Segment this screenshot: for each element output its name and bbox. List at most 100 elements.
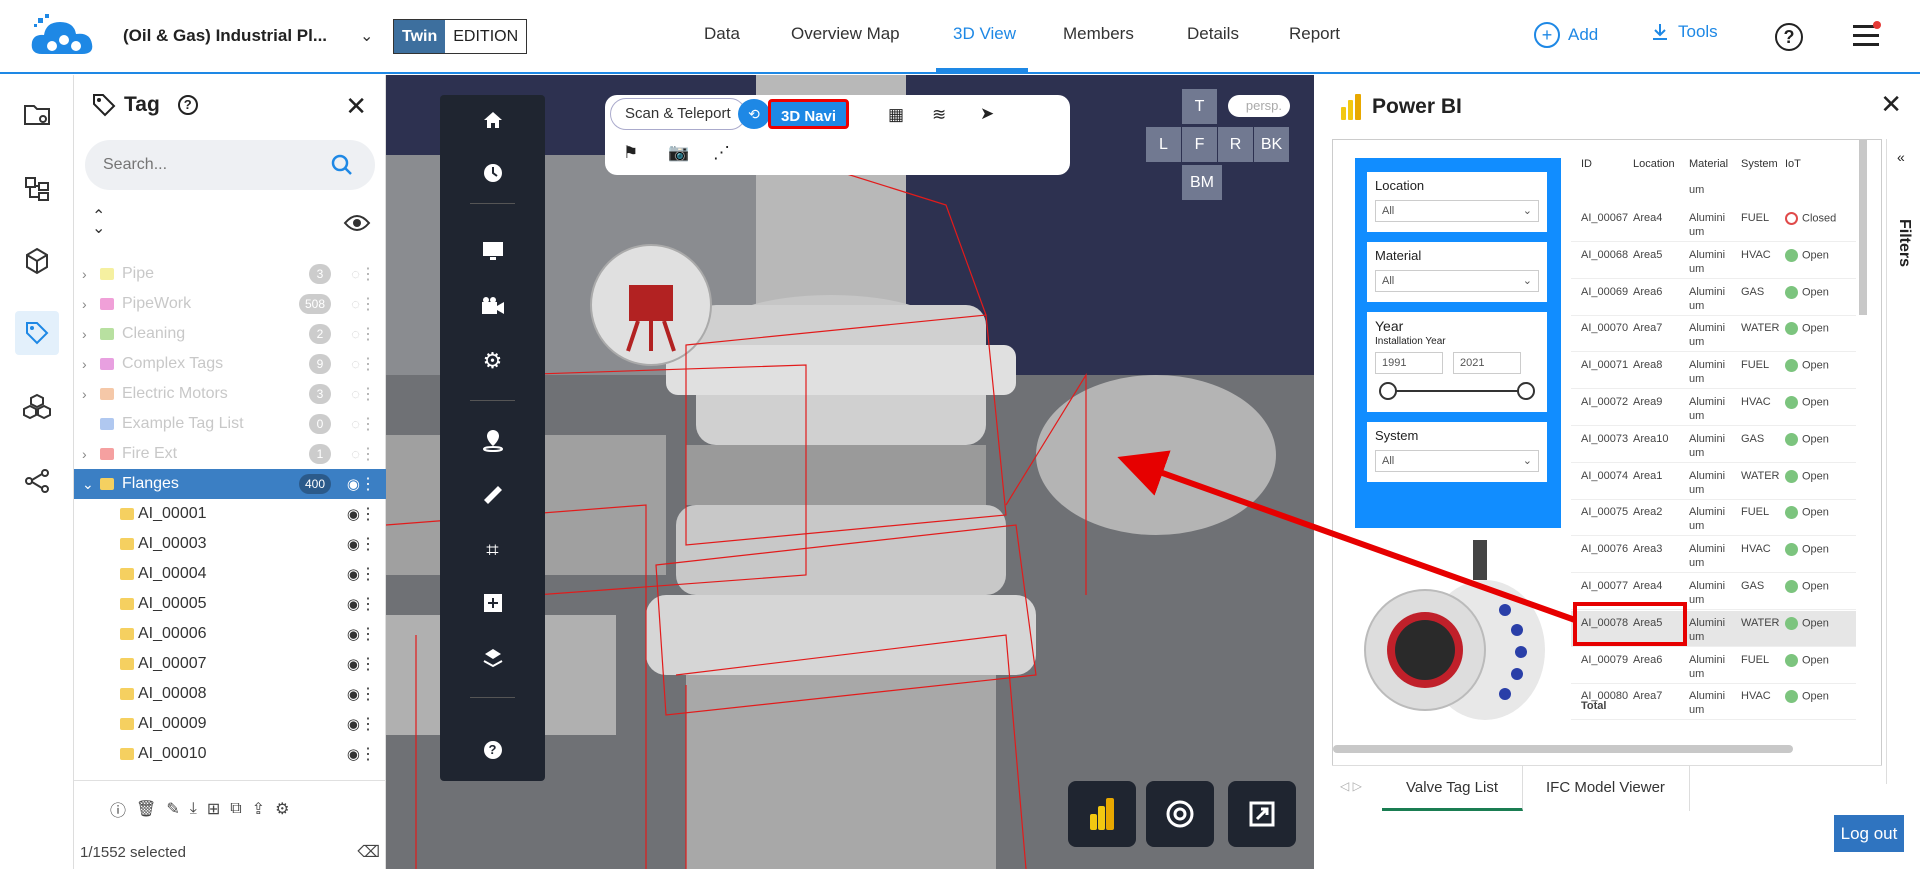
tree-group-selected[interactable]: ⌄ Flanges 400 ◉ ⋮ xyxy=(74,469,386,499)
download-icon[interactable]: ⤓ xyxy=(190,800,197,818)
col-header-iot[interactable]: IoT xyxy=(1785,158,1801,170)
model-layer-icon[interactable] xyxy=(440,638,545,678)
kebab-icon[interactable]: ⋮ xyxy=(360,474,376,494)
eye-icon[interactable]: ◉ xyxy=(347,715,360,733)
gear-icon[interactable]: ⚙ xyxy=(440,341,545,381)
view-right-button[interactable]: R xyxy=(1218,127,1253,162)
csv-upload-icon[interactable]: ⇪ xyxy=(252,799,265,819)
nav-overview-map[interactable]: Overview Map xyxy=(791,24,900,44)
eye-icon[interactable]: ◉ xyxy=(347,745,360,763)
target-button[interactable] xyxy=(1146,781,1214,847)
view-back-button[interactable]: BK xyxy=(1254,127,1289,162)
project-dropdown-chevron-icon[interactable]: ⌄ xyxy=(360,26,373,46)
share-icon[interactable]: ⋰ xyxy=(713,143,730,163)
kebab-icon[interactable]: ⋮ xyxy=(360,444,376,464)
camera-video-icon[interactable] xyxy=(440,286,545,326)
table-row[interactable]: AI_00074 Area1 Alumini WATER um Open xyxy=(1571,464,1856,500)
help-icon[interactable]: ? xyxy=(1775,23,1803,51)
kebab-icon[interactable]: ⋮ xyxy=(360,504,376,524)
close-icon[interactable]: ✕ xyxy=(345,91,367,122)
col-header-location[interactable]: Location xyxy=(1633,158,1675,170)
tree-group[interactable]: › Electric Motors 3 ◌ ⋮ xyxy=(74,379,386,409)
kebab-icon[interactable]: ⋮ xyxy=(360,264,376,284)
table-row[interactable]: AI_00072 Area9 Alumini HVAC um Open xyxy=(1571,390,1856,426)
share-icon[interactable] xyxy=(15,459,59,503)
view-top-button[interactable]: T xyxy=(1182,89,1217,124)
kebab-icon[interactable]: ⋮ xyxy=(360,594,376,614)
table-row[interactable]: AI_00078 Area5 Alumini WATER um Open xyxy=(1571,610,1856,647)
eye-icon[interactable]: ◉ xyxy=(347,685,360,703)
filters-pane[interactable]: « Filters xyxy=(1886,139,1920,784)
layers-icon[interactable]: ≋ xyxy=(932,105,946,125)
project-name[interactable]: (Oil & Gas) Industrial Pl... xyxy=(123,26,327,46)
eye-off-icon[interactable]: ◌ xyxy=(351,326,360,343)
cube-icon[interactable] xyxy=(15,239,59,283)
eye-icon[interactable]: ◉ xyxy=(347,565,360,583)
close-icon[interactable]: ✕ xyxy=(1880,89,1902,120)
tab-prev-icon[interactable]: ◁ ▷ xyxy=(1340,779,1362,793)
location-pin-icon[interactable] xyxy=(440,420,545,460)
info-icon[interactable]: ⓘ xyxy=(110,797,126,821)
tree-child[interactable]: AI_00008 ◉ ⋮ xyxy=(74,679,386,709)
tree-child[interactable]: AI_00006 ◉ ⋮ xyxy=(74,619,386,649)
table-row[interactable]: AI_00069 Area6 Alumini GAS um Open xyxy=(1571,280,1856,316)
table-row[interactable]: AI_00076 Area3 Alumini HVAC um Open xyxy=(1571,537,1856,574)
flag-icon[interactable]: ⚑ xyxy=(623,143,638,163)
kebab-icon[interactable]: ⋮ xyxy=(360,714,376,734)
table-row[interactable]: AI_00080 Area7 Alumini HVAC um Open xyxy=(1571,684,1856,721)
table-row[interactable]: AI_00077 Area4 Alumini GAS um Open xyxy=(1571,574,1856,610)
nav-3d-view[interactable]: 3D View xyxy=(953,24,1016,44)
help-icon[interactable]: ? xyxy=(177,95,198,115)
navi-toggle-icon[interactable]: ⟲ xyxy=(738,99,770,129)
edit-icon[interactable]: ✎ xyxy=(166,799,179,819)
clear-selection-icon[interactable]: ⌫ xyxy=(357,837,380,869)
tag-icon[interactable] xyxy=(15,311,59,355)
location-dropdown[interactable]: All ⌄ xyxy=(1375,200,1539,222)
crop-icon[interactable]: ⌗ xyxy=(440,530,545,570)
kebab-icon[interactable]: ⋮ xyxy=(360,624,376,644)
tab-valve-tag-list[interactable]: Valve Tag List xyxy=(1382,766,1523,811)
material-dropdown[interactable]: All ⌄ xyxy=(1375,270,1539,292)
nav-members[interactable]: Members xyxy=(1063,24,1134,44)
monitor-settings-icon[interactable] xyxy=(440,231,545,271)
table-scrollbar[interactable] xyxy=(1859,140,1867,315)
tree-child[interactable]: AI_00005 ◉ ⋮ xyxy=(74,589,386,619)
eye-off-icon[interactable]: ◌ xyxy=(351,296,360,313)
add-folder-icon[interactable]: ⊞ xyxy=(207,799,220,819)
kebab-icon[interactable]: ⋮ xyxy=(360,654,376,674)
view-bottom-button[interactable]: BM xyxy=(1182,165,1222,200)
logout-button[interactable]: Log out xyxy=(1834,815,1904,852)
camera-icon[interactable]: 📷 xyxy=(668,143,689,163)
perspective-toggle[interactable]: persp. xyxy=(1228,95,1290,117)
table-row[interactable]: AI_00067 Area4 Alumini FUEL um Closed xyxy=(1571,206,1856,242)
table-row[interactable]: AI_00071 Area8 Alumini FUEL um Open xyxy=(1571,353,1856,390)
cubes-icon[interactable] xyxy=(15,385,59,429)
tree-group[interactable]: › Pipe 3 ◌ ⋮ xyxy=(74,259,386,289)
kebab-icon[interactable]: ⋮ xyxy=(360,294,376,314)
chevron-left-icon[interactable]: « xyxy=(1897,149,1905,165)
table-row[interactable]: AI_00075 Area2 Alumini FUEL um Open xyxy=(1571,500,1856,537)
system-dropdown[interactable]: All ⌄ xyxy=(1375,450,1539,472)
col-header-system[interactable]: System xyxy=(1741,158,1778,170)
tree-group[interactable]: › Cleaning 2 ◌ ⋮ xyxy=(74,319,386,349)
tree-group[interactable]: › Fire Ext 1 ◌ ⋮ xyxy=(74,439,386,469)
table-row[interactable]: AI_00073 Area10 Alumini GAS um Open xyxy=(1571,427,1856,463)
eye-icon[interactable]: ◉ xyxy=(347,535,360,553)
tools-button[interactable]: Tools xyxy=(1650,22,1718,42)
pointer-icon[interactable]: ➤ xyxy=(980,104,994,124)
eye-off-icon[interactable]: ◌ xyxy=(351,416,360,433)
tag-search-input[interactable] xyxy=(85,140,305,190)
eye-icon[interactable] xyxy=(343,213,371,233)
year-range-end-handle[interactable] xyxy=(1517,382,1535,400)
hamburger-menu-icon[interactable] xyxy=(1853,21,1881,46)
help-icon[interactable]: ? xyxy=(440,730,545,770)
nav-data[interactable]: Data xyxy=(704,24,740,44)
view-left-button[interactable]: L xyxy=(1146,127,1181,162)
tree-child[interactable]: AI_00001 ◉ ⋮ xyxy=(74,499,386,529)
tree-child[interactable]: AI_00003 ◉ ⋮ xyxy=(74,529,386,559)
trash-icon[interactable]: 🗑 xyxy=(136,799,156,819)
search-icon[interactable] xyxy=(331,154,353,176)
eye-icon[interactable]: ◉ xyxy=(347,595,360,613)
kebab-icon[interactable]: ⋮ xyxy=(360,684,376,704)
add-tag-icon[interactable]: ⧉ xyxy=(230,800,241,818)
